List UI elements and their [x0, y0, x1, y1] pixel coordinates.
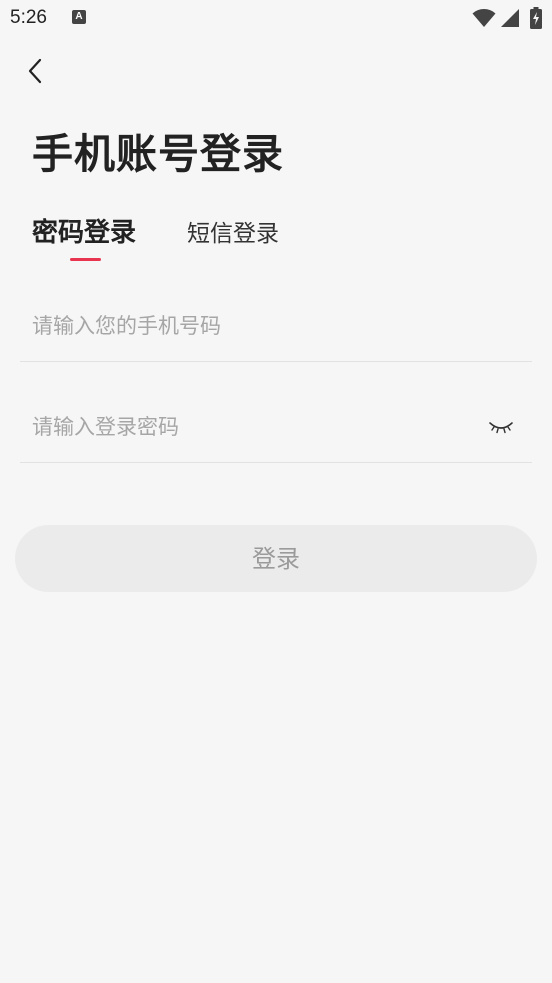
- back-button[interactable]: [18, 54, 52, 88]
- password-field-row: [20, 397, 532, 463]
- status-icons: [472, 7, 542, 29]
- active-tab-indicator: [70, 258, 101, 261]
- notification-a-icon: A: [72, 10, 86, 24]
- battery-charging-icon: [530, 7, 542, 29]
- phone-field-row: [20, 296, 532, 362]
- tab-sms-login[interactable]: 短信登录: [187, 214, 279, 248]
- phone-input[interactable]: [32, 306, 472, 346]
- login-button[interactable]: 登录: [15, 525, 537, 592]
- wifi-icon: [472, 9, 496, 27]
- password-input[interactable]: [32, 407, 472, 447]
- page-title: 手机账号登录: [32, 130, 284, 178]
- password-visibility-toggle[interactable]: [488, 417, 514, 437]
- chevron-left-icon: [28, 58, 42, 84]
- login-screen: 5:26 A 手机账号登录 密码登录 短信登录 请输入您的手机号码 登录: [0, 0, 552, 983]
- tab-password-login[interactable]: 密码登录: [32, 212, 136, 249]
- status-time: 5:26: [10, 7, 47, 28]
- status-bar: 5:26 A: [0, 0, 552, 36]
- eye-closed-icon: [489, 422, 513, 434]
- signal-icon: [501, 9, 519, 27]
